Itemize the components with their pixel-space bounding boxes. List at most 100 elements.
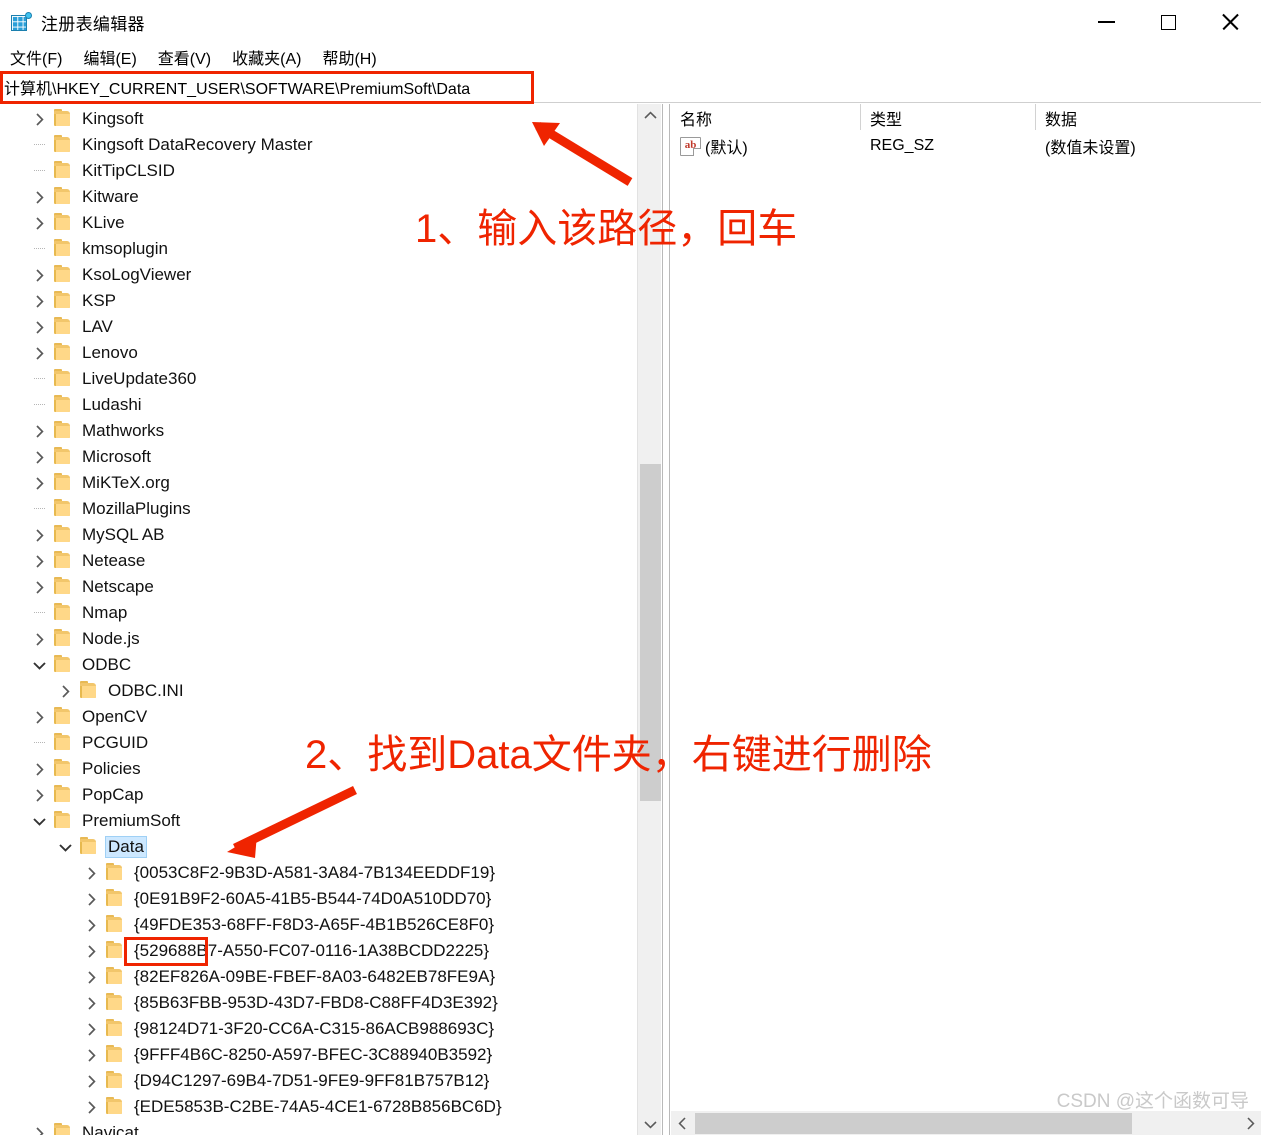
tree-item[interactable]: ODBC.INI <box>0 678 637 704</box>
column-header-type[interactable]: 类型 <box>861 104 1036 130</box>
chevron-right-icon[interactable] <box>26 418 52 444</box>
menu-view[interactable]: 查看(V) <box>156 44 213 70</box>
tree-item[interactable]: {529688B7-A550-FC07-0116-1A38BCDD2225} <box>0 938 637 964</box>
minimize-button[interactable] <box>1075 0 1137 44</box>
chevron-right-icon[interactable] <box>78 860 104 886</box>
chevron-down-icon[interactable] <box>52 834 78 860</box>
chevron-right-icon[interactable] <box>26 262 52 288</box>
address-input[interactable]: 计算机\HKEY_CURRENT_USER\SOFTWARE\PremiumSo… <box>0 71 1261 102</box>
tree-item[interactable]: KLive <box>0 210 637 236</box>
pane-splitter[interactable] <box>662 104 670 1135</box>
tree-item[interactable]: KsoLogViewer <box>0 262 637 288</box>
tree-item[interactable]: OpenCV <box>0 704 637 730</box>
tree-item[interactable]: ODBC <box>0 652 637 678</box>
chevron-right-icon[interactable] <box>26 470 52 496</box>
folder-icon <box>104 912 126 938</box>
scroll-up-icon[interactable] <box>638 104 662 126</box>
tree-item[interactable]: PCGUID <box>0 730 637 756</box>
chevron-right-icon[interactable] <box>26 548 52 574</box>
folder-icon <box>52 288 74 314</box>
chevron-right-icon[interactable] <box>78 964 104 990</box>
tree-item[interactable]: PopCap <box>0 782 637 808</box>
chevron-right-icon[interactable] <box>78 1042 104 1068</box>
chevron-right-icon[interactable] <box>26 340 52 366</box>
chevron-right-icon[interactable] <box>78 912 104 938</box>
menu-help[interactable]: 帮助(H) <box>320 44 378 70</box>
tree-item[interactable]: kmsoplugin <box>0 236 637 262</box>
value-data-cell: (数值未设置) <box>1045 140 1136 157</box>
close-button[interactable] <box>1199 0 1261 44</box>
chevron-right-icon[interactable] <box>26 756 52 782</box>
value-list-horizontal-scrollbar[interactable] <box>671 1111 1261 1135</box>
tree-item[interactable]: {82EF826A-09BE-FBEF-8A03-6482EB78FE9A} <box>0 964 637 990</box>
tree-vertical-scrollbar[interactable] <box>637 104 661 1135</box>
chevron-right-icon[interactable] <box>26 626 52 652</box>
tree-item[interactable]: {98124D71-3F20-CC6A-C315-86ACB988693C} <box>0 1016 637 1042</box>
tree-item[interactable]: {49FDE353-68FF-F8D3-A65F-4B1B526CE8F0} <box>0 912 637 938</box>
chevron-right-icon[interactable] <box>26 184 52 210</box>
tree-item[interactable]: {0053C8F2-9B3D-A581-3A84-7B134EEDDF19} <box>0 860 637 886</box>
chevron-right-icon[interactable] <box>26 1120 52 1135</box>
chevron-right-icon[interactable] <box>78 1068 104 1094</box>
tree-item[interactable]: Kingsoft DataRecovery Master <box>0 132 637 158</box>
column-header-data[interactable]: 数据 <box>1036 104 1261 130</box>
tree-item[interactable]: Kingsoft <box>0 106 637 132</box>
tree-item[interactable]: Nmap <box>0 600 637 626</box>
chevron-right-icon[interactable] <box>26 288 52 314</box>
chevron-right-icon[interactable] <box>78 1094 104 1120</box>
tree-item[interactable]: PremiumSoft <box>0 808 637 834</box>
tree-item[interactable]: Data <box>0 834 637 860</box>
tree-item[interactable]: {85B63FBB-953D-43D7-FBD8-C88FF4D3E392} <box>0 990 637 1016</box>
column-header-name[interactable]: 名称 <box>671 104 861 130</box>
chevron-right-icon[interactable] <box>26 106 52 132</box>
tree-item[interactable]: {EDE5853B-C2BE-74A5-4CE1-6728B856BC6D} <box>0 1094 637 1120</box>
chevron-down-icon[interactable] <box>26 652 52 678</box>
tree-item[interactable]: Policies <box>0 756 637 782</box>
tree-item[interactable]: Ludashi <box>0 392 637 418</box>
tree-item[interactable]: KSP <box>0 288 637 314</box>
tree-scroll-thumb[interactable] <box>640 464 661 801</box>
chevron-right-icon[interactable] <box>78 886 104 912</box>
tree-item[interactable]: MozillaPlugins <box>0 496 637 522</box>
tree-item[interactable]: Navicat <box>0 1120 637 1135</box>
tree-item[interactable]: LiveUpdate360 <box>0 366 637 392</box>
tree-item[interactable]: MySQL AB <box>0 522 637 548</box>
scroll-right-icon[interactable] <box>1239 1111 1261 1135</box>
tree-item[interactable]: Node.js <box>0 626 637 652</box>
chevron-right-icon[interactable] <box>52 678 78 704</box>
tree-item[interactable]: Netease <box>0 548 637 574</box>
scroll-left-icon[interactable] <box>671 1111 693 1135</box>
chevron-right-icon[interactable] <box>26 314 52 340</box>
chevron-right-icon[interactable] <box>26 444 52 470</box>
tree-item[interactable]: Mathworks <box>0 418 637 444</box>
chevron-right-icon[interactable] <box>78 1016 104 1042</box>
chevron-right-icon[interactable] <box>26 210 52 236</box>
tree-item[interactable]: MiKTeX.org <box>0 470 637 496</box>
tree-item[interactable]: LAV <box>0 314 637 340</box>
chevron-right-icon[interactable] <box>26 782 52 808</box>
menu-favorites[interactable]: 收藏夹(A) <box>230 44 303 70</box>
tree-item[interactable]: Kitware <box>0 184 637 210</box>
tree-item[interactable]: Netscape <box>0 574 637 600</box>
chevron-right-icon[interactable] <box>26 574 52 600</box>
chevron-right-icon[interactable] <box>26 522 52 548</box>
tree-item[interactable]: {0E91B9F2-60A5-41B5-B544-74D0A510DD70} <box>0 886 637 912</box>
value-list-header: 名称 类型 数据 <box>671 104 1261 132</box>
tree-item[interactable]: {9FFF4B6C-8250-A597-BFEC-3C88940B3592} <box>0 1042 637 1068</box>
chevron-down-icon[interactable] <box>26 808 52 834</box>
registry-tree-pane[interactable]: Kingsoft Kingsoft DataRecovery Master KitT… <box>0 104 637 1135</box>
menu-edit[interactable]: 编辑(E) <box>81 44 138 70</box>
tree-item[interactable]: KitTipCLSID <box>0 158 637 184</box>
hscroll-thumb[interactable] <box>695 1113 1132 1134</box>
scroll-down-icon[interactable] <box>638 1113 662 1135</box>
menu-file[interactable]: 文件(F) <box>8 44 64 70</box>
chevron-right-icon[interactable] <box>78 990 104 1016</box>
value-row-default[interactable]: ab (默认) REG_SZ (数值未设置) <box>671 132 1261 160</box>
chevron-right-icon[interactable] <box>78 938 104 964</box>
tree-item[interactable]: Lenovo <box>0 340 637 366</box>
maximize-button[interactable] <box>1137 0 1199 44</box>
tree-item-label: KsoLogViewer <box>82 265 192 284</box>
tree-item[interactable]: {D94C1297-69B4-7D51-9FE9-9FF81B757B12} <box>0 1068 637 1094</box>
chevron-right-icon[interactable] <box>26 704 52 730</box>
tree-item[interactable]: Microsoft <box>0 444 637 470</box>
